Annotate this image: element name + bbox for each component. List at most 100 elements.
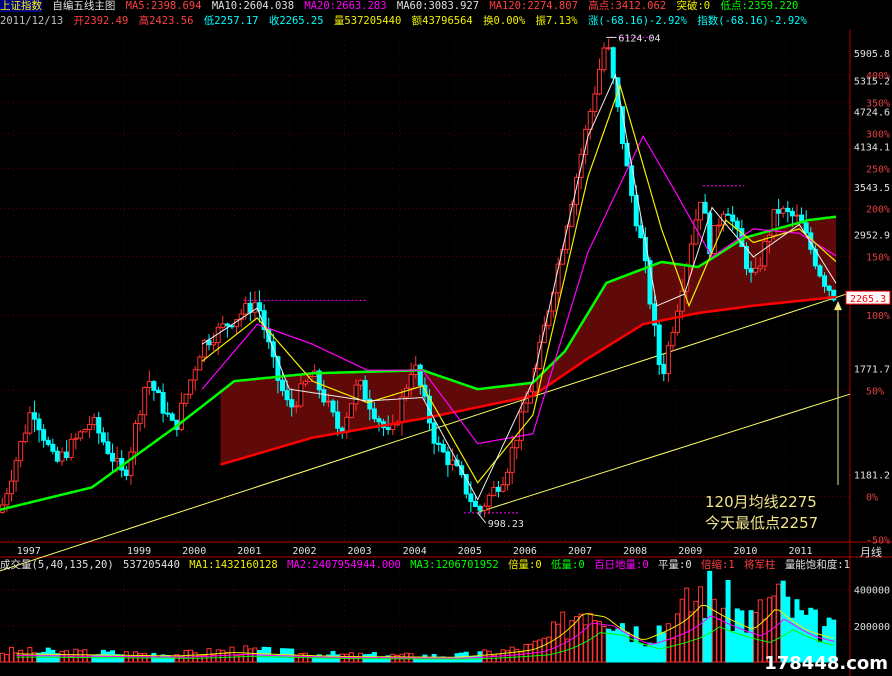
candle-body	[638, 225, 644, 239]
candle-body	[211, 342, 217, 346]
candle-body	[730, 214, 736, 222]
volume-hundred-low: 百日地量:0	[594, 559, 649, 571]
candle-body	[188, 379, 194, 395]
volume-bar	[716, 618, 722, 663]
candle-body	[748, 268, 754, 273]
x-tick-label: 2011	[789, 546, 813, 557]
candle-body	[123, 469, 129, 476]
candle-body	[155, 389, 161, 394]
candle-body	[817, 265, 823, 277]
volume-double: 倍量:0	[508, 559, 542, 571]
candle-body	[477, 506, 483, 511]
candle-body	[330, 400, 336, 413]
volume-ma2: MA2:2407954944.000	[287, 559, 401, 571]
candle-body	[353, 384, 359, 405]
candle-body	[68, 438, 74, 459]
volume-bar	[87, 655, 93, 663]
percent-tick-label: 200%	[866, 205, 890, 216]
x-tick-label: 2002	[292, 546, 316, 557]
candle-body	[716, 224, 722, 227]
volume-bar	[18, 649, 24, 663]
candle-body	[468, 493, 474, 502]
candle-body	[399, 396, 405, 424]
volume-bar	[730, 630, 736, 663]
period-label[interactable]: 月线	[860, 544, 882, 560]
candle-body	[776, 209, 782, 214]
volume-bar	[670, 638, 676, 663]
candle-body	[523, 402, 529, 413]
candle-body	[73, 437, 79, 440]
candle-body	[344, 416, 350, 433]
watermark: 178448.com	[764, 653, 888, 674]
candle-body	[408, 374, 414, 389]
candle-body	[445, 451, 451, 466]
candle-body	[59, 451, 65, 462]
candle-body	[688, 243, 694, 267]
x-tick-label: 2007	[568, 546, 592, 557]
candle-body	[289, 399, 295, 408]
candle-body	[27, 412, 33, 434]
price-tick-label: 1181.2	[854, 471, 890, 482]
percent-tick-label: 50%	[866, 386, 884, 397]
volume-bar	[551, 621, 557, 663]
volume-bar	[610, 630, 616, 663]
candle-body	[151, 381, 157, 391]
candle-body	[183, 393, 189, 404]
candle-body	[50, 443, 56, 452]
candle-body	[100, 432, 106, 443]
grid-layer	[0, 30, 892, 676]
volume-bar	[247, 648, 253, 663]
candle-body	[18, 441, 24, 462]
annotation-arrow-head	[834, 301, 842, 311]
note-ma120: 120月均线2275	[705, 493, 817, 511]
candle-body	[698, 201, 704, 221]
volume-bar	[367, 653, 373, 663]
candle-body	[417, 364, 423, 386]
volume-bar	[633, 626, 639, 663]
candle-body	[500, 484, 506, 492]
price-tick-label: 4134.1	[854, 142, 890, 153]
candle-body	[514, 439, 520, 449]
volume-bar	[734, 608, 740, 663]
volume-tick-label: 200000	[854, 622, 890, 633]
volume-bar	[4, 653, 10, 663]
candle-body	[284, 390, 290, 401]
volume-title[interactable]: 成交量(5,40,135,20)	[0, 559, 114, 571]
volume-bar	[206, 648, 212, 663]
x-tick-label: 2003	[348, 546, 372, 557]
candle-body	[670, 331, 676, 347]
candle-body	[128, 451, 134, 476]
volume-tick-label: 400000	[854, 586, 890, 597]
candle-body	[376, 418, 382, 423]
volume-shrink: 倍缩:1	[701, 559, 735, 571]
axis-labels: -50%0%50%100%150%200%250%300%350%400%118…	[17, 33, 891, 633]
candle-body	[803, 222, 809, 234]
price-chart[interactable]: -50%0%50%100%150%200%250%300%350%400%118…	[0, 0, 892, 676]
candle-body	[789, 210, 795, 217]
candle-body	[505, 471, 511, 486]
volume-header-row: 成交量(5,40,135,20) 537205440 MA1:143216012…	[0, 559, 853, 572]
candle-body	[192, 369, 198, 381]
peak-label: 6124.04	[618, 33, 660, 44]
percent-tick-label: 250%	[866, 164, 890, 175]
volume-bar	[578, 613, 584, 663]
ma-line-ma60	[0, 215, 837, 512]
candle-body	[298, 383, 304, 407]
volume-bar	[514, 648, 520, 663]
candle-body	[8, 480, 14, 495]
x-tick-label: 2001	[237, 546, 261, 557]
volume-bar	[757, 599, 763, 663]
volume-bar	[188, 649, 194, 663]
candle-body	[45, 439, 51, 445]
volume-bar	[459, 652, 465, 663]
x-tick-label: 2000	[182, 546, 206, 557]
candle-body	[785, 207, 791, 212]
candle-body	[114, 457, 120, 462]
volume-bar	[656, 625, 662, 663]
candle-body	[757, 265, 763, 269]
candle-body	[160, 392, 166, 414]
candle-body	[601, 47, 607, 71]
candle-body	[762, 240, 768, 267]
volume-bar	[638, 643, 644, 663]
volume-bar	[293, 655, 299, 663]
